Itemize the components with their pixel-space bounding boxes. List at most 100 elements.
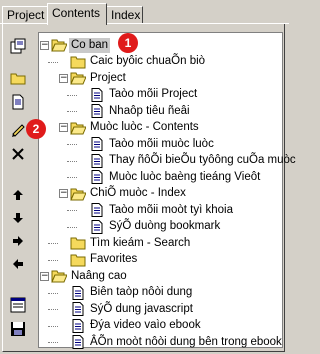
- tree-item-label: ChiÕ muòc - Index: [90, 187, 186, 199]
- tree-connector: [48, 243, 58, 244]
- tab-project[interactable]: Project: [2, 6, 48, 23]
- view-icon: [10, 297, 26, 313]
- callout-badge-1: 1: [118, 33, 138, 53]
- tree-page-item[interactable]: SýÕ duòng bookmark: [89, 219, 222, 235]
- tree-item-label: Biên taòp nôòi dung: [90, 286, 193, 298]
- tree-connector: [67, 177, 77, 178]
- tree-connector: [67, 226, 77, 228]
- folder-open-icon: [51, 270, 67, 283]
- tree-folder-item[interactable]: ChiÕ muòc - Index: [70, 186, 188, 202]
- new-folder-icon: [10, 73, 26, 85]
- tree-item-label: Taòo mõii muòc luòc: [109, 137, 214, 150]
- tree-connector: [67, 210, 77, 211]
- tree-page-item[interactable]: SýÕ dung javascript: [70, 301, 195, 317]
- tree-item-label: SýÕ duòng bookmark: [109, 220, 221, 232]
- view-button[interactable]: [7, 294, 29, 316]
- new-folder-button[interactable]: [7, 67, 29, 89]
- tree-page-item[interactable]: Biên taòp nôòi dung: [70, 285, 194, 301]
- tree-connector: [67, 144, 77, 145]
- tree-connector: [67, 160, 77, 162]
- tree-item-label: SýÕ dung javascript: [90, 302, 193, 315]
- callout-badge-2: 2: [26, 119, 46, 139]
- tree-item-label: Project: [90, 71, 126, 84]
- tree-item-label: ÂÕn moòt nôòi dung bên trong ebook: [90, 335, 282, 348]
- tree-folder-item[interactable]: Tìm kieám - Search: [70, 235, 192, 251]
- tree-item-label: Co ban: [69, 37, 111, 53]
- tab-label: Index: [111, 8, 141, 22]
- tree-folder-item[interactable]: Naâng cao: [51, 268, 129, 284]
- tree-page-item[interactable]: ÂÕn moòt nôòi dung bên trong ebook: [70, 334, 284, 350]
- tab-strip: Project Contents Index: [0, 0, 289, 25]
- tree-item-label: Taòo mõii Project: [109, 88, 198, 100]
- tree-item-label: Nhaôp tiêu ñeâi: [109, 104, 190, 117]
- tree-item-label: Taòo mõii moòt tyì khoia: [109, 203, 234, 216]
- tree-connector: [48, 259, 58, 261]
- tree-folder-item[interactable]: Muòc luòc - Contents: [70, 120, 201, 136]
- properties-button[interactable]: [7, 35, 29, 57]
- tree-folder-item[interactable]: Caic byôic chuaÕn biò: [70, 54, 207, 70]
- collapse-toggle[interactable]: −: [59, 123, 68, 132]
- tree-item-label: Favorites: [90, 253, 138, 265]
- move-down-button[interactable]: [7, 207, 29, 229]
- folder-open-icon: [70, 188, 86, 200]
- delete-button[interactable]: [7, 143, 29, 165]
- collapse-toggle[interactable]: −: [40, 271, 49, 281]
- edit-pencil-icon: [12, 124, 25, 137]
- toolbar: [5, 30, 31, 348]
- page-icon: [91, 104, 103, 118]
- tree-connector: [67, 111, 77, 112]
- delete-icon: [12, 148, 24, 160]
- tree-connector: [48, 292, 58, 294]
- tree-item-label: Ðýa video vaìo ebook: [90, 319, 201, 331]
- tree-page-item[interactable]: Ðýa video vaìo ebook: [70, 318, 203, 334]
- tab-label: Project: [7, 8, 45, 22]
- move-left-button[interactable]: [7, 253, 29, 275]
- tree-item-label: Tìm kieám - Search: [90, 236, 191, 249]
- page-icon: [72, 318, 84, 333]
- folder-open-icon: [51, 39, 67, 52]
- tree-connector: [48, 61, 58, 63]
- page-icon: [91, 87, 103, 102]
- page-icon: [91, 203, 103, 217]
- save-button[interactable]: [7, 318, 29, 340]
- page-icon: [91, 137, 103, 151]
- folder-icon: [70, 237, 86, 250]
- save-icon: [11, 322, 25, 336]
- tree-page-item[interactable]: Taòo mõii Project: [89, 87, 199, 103]
- tree-folder-item[interactable]: Project: [70, 70, 128, 86]
- folder-open-icon: [70, 72, 86, 85]
- page-icon: [91, 153, 103, 168]
- tree-page-item[interactable]: Thay ñôÕi bieÕu tyôông cuÕa muòc: [89, 153, 298, 169]
- properties-icon: [10, 38, 26, 54]
- tree-folder-item[interactable]: Favorites: [70, 252, 139, 268]
- move-right-button[interactable]: [7, 230, 29, 252]
- tree-item-label: Caic byôic chuaÕn biò: [90, 55, 206, 67]
- tab-label: Contents: [52, 6, 101, 20]
- tree-item-label: Thay ñôÕi bieÕu tyôông cuÕa muòc: [109, 154, 296, 166]
- new-page-icon: [12, 94, 24, 110]
- move-left-icon: [13, 259, 23, 269]
- tree-folder-item[interactable]: Co ban: [51, 37, 111, 53]
- collapse-toggle[interactable]: −: [59, 189, 68, 198]
- tree-page-item[interactable]: Taòo mõii moòt tyì khoia: [89, 202, 235, 218]
- folder-open-icon: [70, 122, 86, 134]
- collapse-toggle[interactable]: −: [59, 73, 68, 83]
- page-icon: [91, 170, 103, 184]
- tree-page-item[interactable]: Muòc luòc baèng tieáng Vieôt: [89, 169, 262, 185]
- tree-page-item[interactable]: Nhaôp tiêu ñeâi: [89, 103, 192, 119]
- tree-connector: [48, 342, 58, 343]
- tab-contents[interactable]: Contents: [47, 3, 107, 25]
- tree-page-item[interactable]: Taòo mõii muòc luòc: [89, 136, 216, 152]
- move-up-button[interactable]: [7, 184, 29, 206]
- tree-connector: [48, 309, 58, 310]
- collapse-toggle[interactable]: −: [40, 40, 49, 50]
- folder-icon: [70, 56, 86, 68]
- tree-item-label: Muòc luòc - Contents: [90, 121, 199, 133]
- new-page-button[interactable]: [7, 91, 29, 113]
- tab-index[interactable]: Index: [106, 6, 143, 23]
- page-icon: [72, 335, 84, 349]
- tree-connector: [48, 325, 58, 327]
- page-icon: [72, 302, 84, 316]
- tree-connector: [67, 94, 77, 96]
- contents-tree[interactable]: − Co ban Caic byôic chuaÕn biò − Project Taòo…: [38, 32, 296, 350]
